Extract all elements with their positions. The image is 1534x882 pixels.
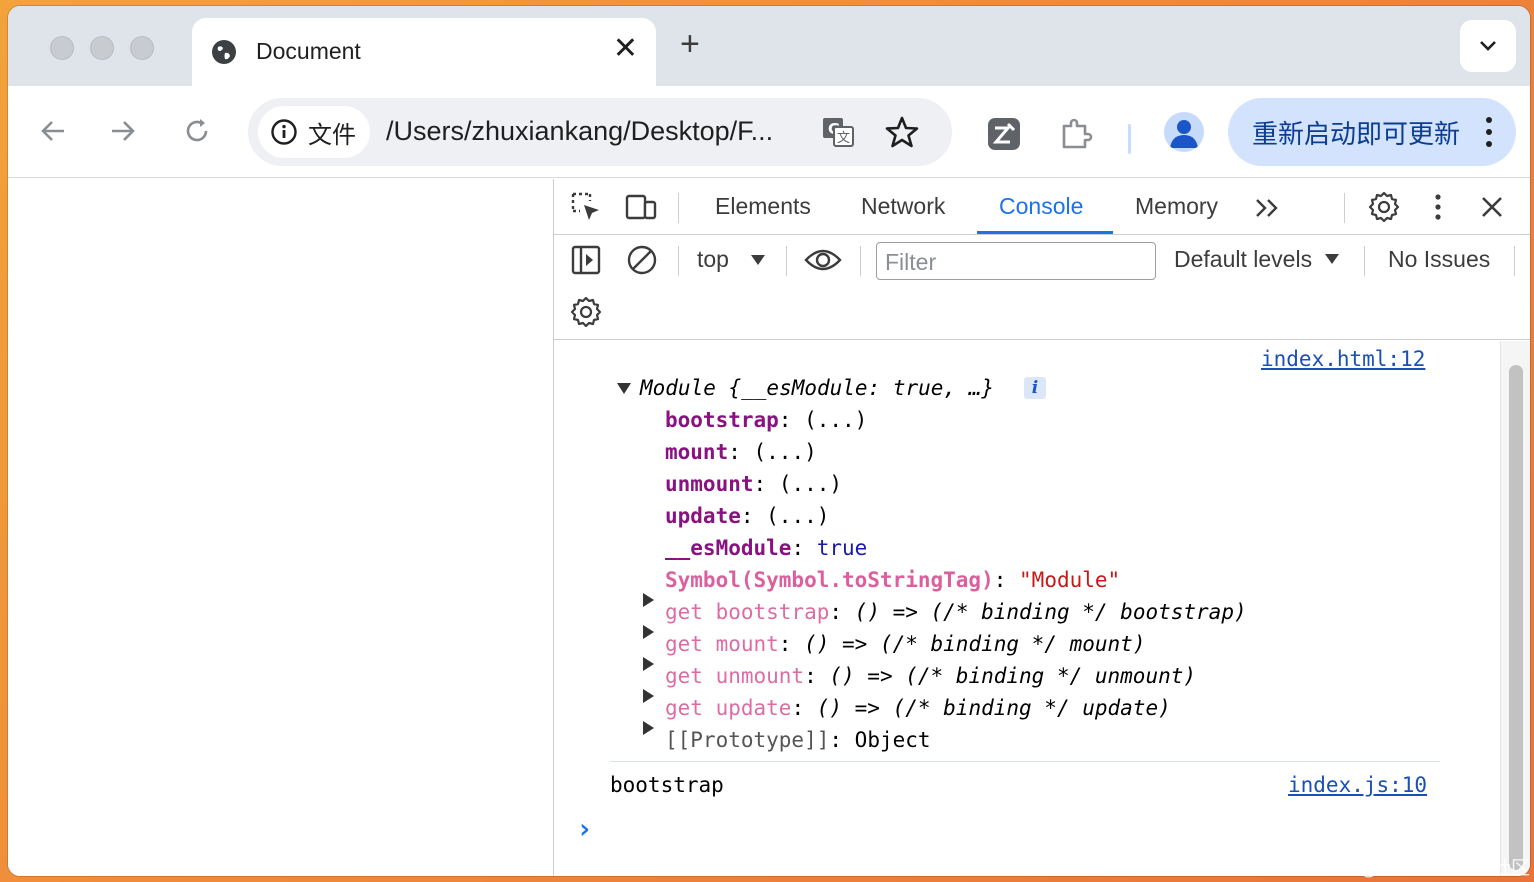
source-link-index-js[interactable]: index.js:10	[1288, 771, 1427, 799]
extensions-puzzle-icon[interactable]	[1058, 116, 1094, 152]
chevron-down-icon	[1480, 41, 1496, 51]
svg-text:文: 文	[837, 131, 850, 146]
browser-toolbar: 文件 /Users/zhuxiankang/Desktop/F... G 文	[8, 86, 1530, 178]
prop-row-bootstrap: bootstrap: (...)	[665, 408, 868, 432]
console-toolbar: top Filter Default levels No Issues	[554, 236, 1530, 340]
watermark-text: @稀土掘金技术社区	[1358, 857, 1530, 879]
active-tab-indicator	[977, 231, 1113, 234]
expand-triangle-right-icon[interactable]	[643, 625, 654, 639]
translate-icon[interactable]: G 文	[820, 114, 856, 150]
tab-title: Document	[256, 38, 361, 64]
getter-row-bootstrap[interactable]: get bootstrap: () => (/* binding */ boot…	[665, 598, 1247, 626]
module-object-header[interactable]: Module {__esModule: true, …}	[640, 374, 994, 402]
tab-console[interactable]: Console	[999, 193, 1083, 220]
prop-row-symbol: Symbol(Symbol.toStringTag): "Module"	[665, 568, 1121, 592]
info-badge-icon[interactable]: i	[1024, 377, 1046, 399]
getter-row-mount[interactable]: get mount: () => (/* binding */ mount)	[665, 630, 1145, 658]
toolbar-divider-a	[678, 246, 679, 276]
tab-network[interactable]: Network	[861, 193, 945, 220]
issues-counter[interactable]: No Issues	[1388, 246, 1490, 273]
tab-bar-divider-2	[1344, 193, 1345, 223]
console-prompt-icon[interactable]: ›	[576, 815, 593, 843]
log-entry-divider	[610, 761, 1440, 762]
settings-gear-icon[interactable]	[1368, 191, 1400, 223]
tab-elements[interactable]: Elements	[715, 193, 811, 220]
clear-console-icon[interactable]	[626, 244, 658, 276]
sidebar-toggle-icon[interactable]	[570, 244, 602, 276]
live-expression-eye-icon[interactable]	[804, 246, 842, 274]
page-viewport[interactable]	[8, 179, 552, 876]
console-settings-gear-icon[interactable]	[570, 296, 602, 328]
window-close-control[interactable]	[50, 36, 74, 60]
person-icon	[1170, 120, 1198, 148]
site-info-label: 文件	[308, 121, 356, 149]
expand-triangle-right-icon[interactable]	[643, 657, 654, 671]
context-selector[interactable]: top	[697, 246, 729, 273]
toolbar-divider-d	[1364, 246, 1365, 276]
close-devtools-icon[interactable]	[1480, 195, 1504, 219]
profile-avatar[interactable]	[1164, 112, 1204, 152]
tab-bar-divider	[678, 193, 679, 223]
prop-row-unmount: unmount: (...)	[665, 472, 843, 496]
toolbar-divider-b	[786, 246, 787, 276]
reload-icon[interactable]	[180, 114, 214, 148]
new-tab-button[interactable]: +	[680, 26, 700, 62]
window-minimize-control[interactable]	[90, 36, 114, 60]
prop-row-update: update: (...)	[665, 504, 830, 528]
devtools-tab-bar: Elements Network Console Memory	[554, 179, 1530, 235]
back-arrow-icon[interactable]	[36, 114, 70, 148]
scrollbar-thumb[interactable]	[1509, 365, 1523, 870]
prop-row-esmodule: __esModule: true	[665, 536, 868, 560]
source-link-index-html[interactable]: index.html:12	[1261, 345, 1425, 373]
console-scrollbar[interactable]	[1500, 341, 1530, 876]
console-filter-input[interactable]: Filter	[876, 242, 1156, 280]
log-levels-dropdown[interactable]: Default levels	[1174, 246, 1312, 273]
relaunch-to-update-button[interactable]: 重新启动即可更新	[1228, 98, 1516, 166]
getter-row-update[interactable]: get update: () => (/* binding */ update)	[665, 694, 1171, 722]
toolbar-divider	[1128, 124, 1131, 154]
toolbar-divider-e	[1514, 246, 1515, 276]
tab-strip: Document ✕ +	[8, 6, 1530, 86]
levels-dropdown-icon[interactable]	[1324, 253, 1340, 265]
site-info-chip[interactable]: 文件	[258, 106, 370, 158]
expand-triangle-down-icon[interactable]	[617, 383, 631, 394]
extension-editor-icon[interactable]	[986, 116, 1022, 152]
expand-triangle-right-icon[interactable]	[643, 593, 654, 607]
getter-row-unmount[interactable]: get unmount: () => (/* binding */ unmoun…	[665, 662, 1196, 690]
info-icon	[271, 119, 297, 145]
inspect-element-icon[interactable]	[570, 191, 602, 223]
bookmark-star-icon[interactable]	[884, 114, 920, 150]
more-tabs-chevron-icon[interactable]	[1254, 197, 1282, 219]
console-output: index.html:12 Module {__esModule: true, …	[554, 341, 1500, 876]
devtools-menu-icon[interactable]	[1434, 193, 1442, 221]
expand-triangle-right-icon[interactable]	[643, 689, 654, 703]
forward-arrow-icon[interactable]	[106, 114, 140, 148]
address-bar[interactable]: 文件 /Users/zhuxiankang/Desktop/F... G 文	[248, 98, 952, 166]
window-zoom-control[interactable]	[130, 36, 154, 60]
toolbar-divider-c	[860, 246, 861, 276]
browser-window: Document ✕ + 文件 /Users/zhuxiankang/Deskt…	[8, 6, 1530, 876]
prop-row-mount: mount: (...)	[665, 440, 817, 464]
more-vert-icon[interactable]	[1486, 116, 1492, 148]
devtools-panel: Elements Network Console Memory top Filt…	[553, 179, 1530, 876]
update-button-label: 重新启动即可更新	[1252, 118, 1461, 149]
device-toolbar-icon[interactable]	[624, 191, 658, 223]
globe-icon	[212, 40, 236, 64]
tab-memory[interactable]: Memory	[1135, 193, 1218, 220]
close-tab-icon[interactable]: ✕	[613, 34, 638, 64]
tab-search-button[interactable]	[1460, 20, 1516, 72]
url-text[interactable]: /Users/zhuxiankang/Desktop/F...	[386, 116, 773, 147]
log-message-bootstrap: bootstrap	[610, 773, 724, 797]
tab-document[interactable]: Document ✕	[192, 18, 656, 86]
context-dropdown-icon[interactable]	[750, 254, 766, 266]
prototype-row[interactable]: [[Prototype]]: Object	[665, 726, 931, 754]
expand-triangle-right-icon[interactable]	[643, 721, 654, 735]
